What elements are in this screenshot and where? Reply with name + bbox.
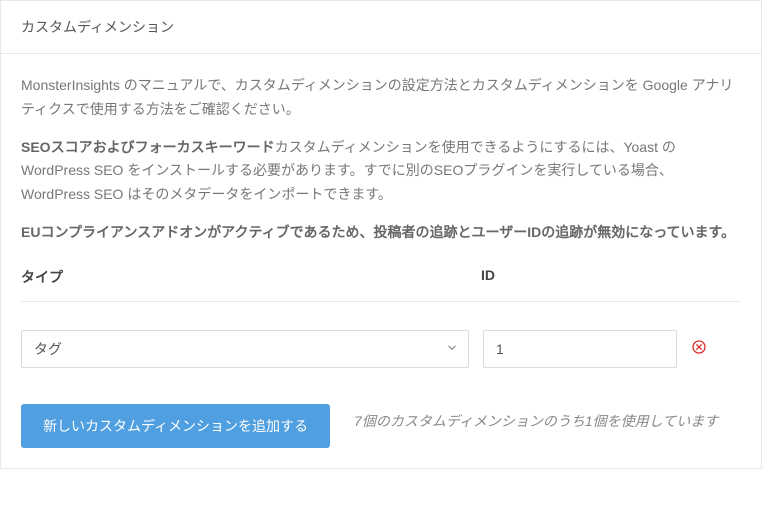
column-header-type: タイプ <box>21 267 481 287</box>
panel-body: MonsterInsights のマニュアルで、カスタムディメンションの設定方法… <box>1 54 761 468</box>
custom-dimensions-panel: カスタムディメンション MonsterInsights のマニュアルで、カスタム… <box>0 0 762 469</box>
panel-header: カスタムディメンション <box>1 1 761 54</box>
remove-dimension-button[interactable] <box>691 339 707 358</box>
id-input[interactable] <box>483 330 677 368</box>
add-dimension-button[interactable]: 新しいカスタムディメンションを追加する <box>21 404 330 448</box>
type-select[interactable]: タグ <box>21 330 469 368</box>
description-manual: MonsterInsights のマニュアルで、カスタムディメンションの設定方法… <box>21 74 741 122</box>
dimensions-table-header: タイプ ID <box>21 259 741 302</box>
footer-row: 新しいカスタムディメンションを追加する 7個のカスタムディメンションのうち1個を… <box>21 404 741 448</box>
column-header-id: ID <box>481 267 495 287</box>
description-eu-compliance: EUコンプライアンスアドオンがアクティブであるため、投稿者の追跡とユーザーIDの… <box>21 221 741 245</box>
usage-text: 7個のカスタムディメンションのうち1個を使用しています <box>354 404 741 434</box>
table-row: タグ <box>21 330 741 368</box>
description-seo-bold: SEOスコアおよびフォーカスキーワード <box>21 139 275 155</box>
remove-icon <box>691 339 707 358</box>
description-seo: SEOスコアおよびフォーカスキーワードカスタムディメンションを使用できるようにす… <box>21 136 741 207</box>
type-select-wrap: タグ <box>21 330 469 368</box>
description-eu-compliance-bold: EUコンプライアンスアドオンがアクティブであるため、投稿者の追跡とユーザーIDの… <box>21 224 735 240</box>
panel-title: カスタムディメンション <box>21 19 174 35</box>
